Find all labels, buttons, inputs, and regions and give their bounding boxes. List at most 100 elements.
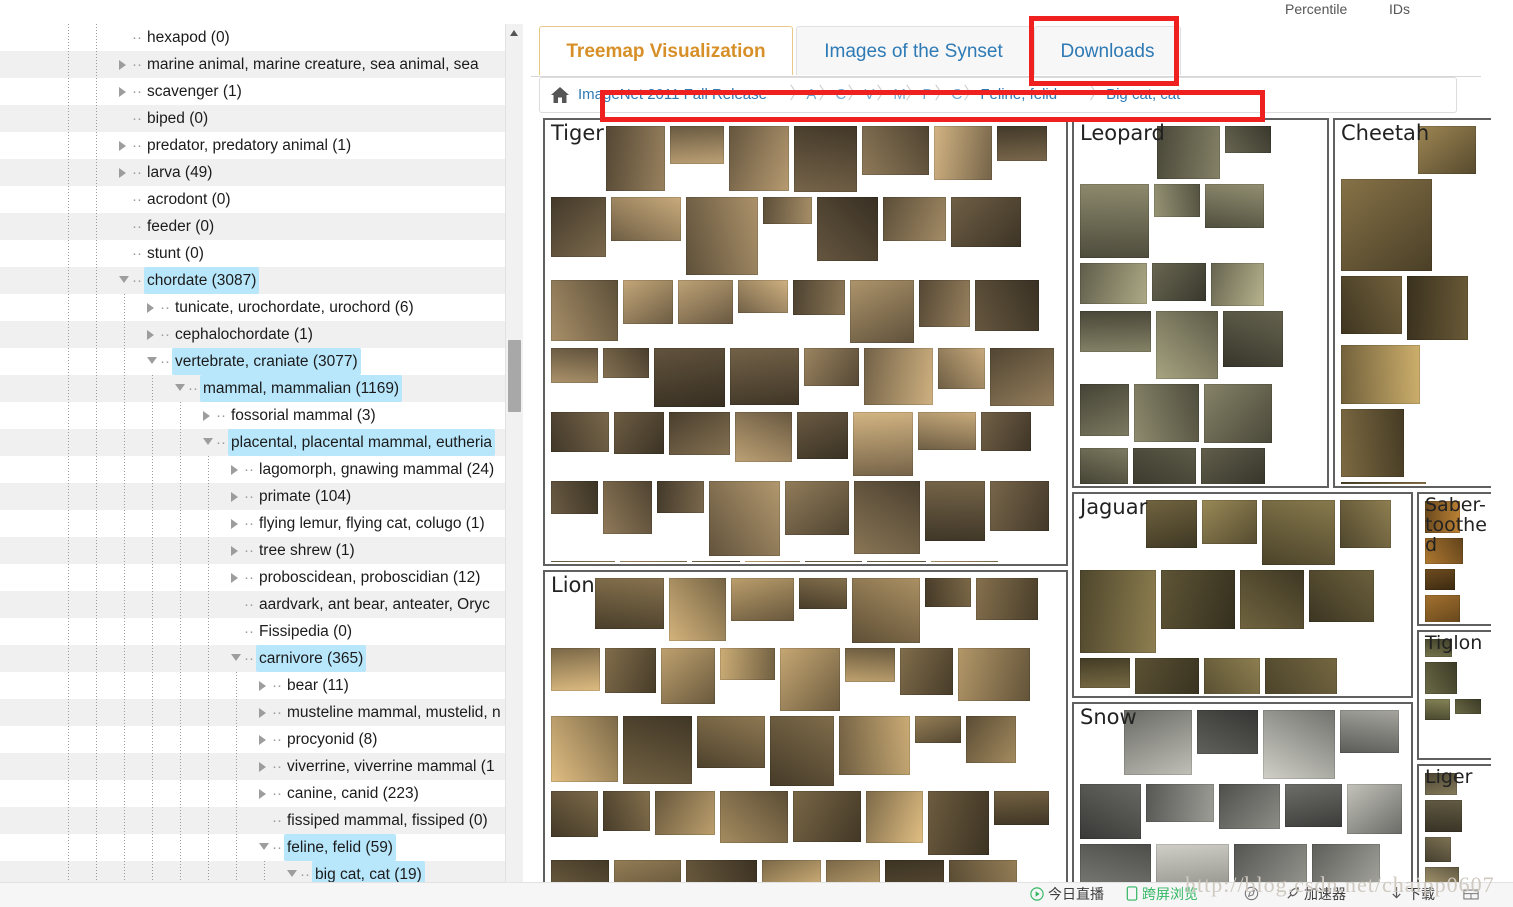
tree-node-label[interactable]: carnivore (365) bbox=[256, 645, 367, 672]
tree-node-content[interactable]: ·· lagomorph, gnawing mammal (24) bbox=[230, 456, 497, 483]
treemap-thumbnail[interactable] bbox=[1201, 448, 1265, 484]
treemap-thumbnail[interactable] bbox=[1262, 500, 1335, 565]
treemap-thumbnail[interactable] bbox=[614, 412, 664, 454]
treemap-thumbnail[interactable] bbox=[730, 348, 799, 405]
tree-node-content[interactable]: ·· proboscidean, proboscidian (12) bbox=[230, 564, 483, 591]
breadcrumb-item[interactable]: A bbox=[806, 84, 816, 106]
tree-node-row[interactable]: ·· scavenger (1) bbox=[0, 78, 505, 105]
treemap-thumbnail[interactable] bbox=[1211, 263, 1264, 306]
tree-node-content[interactable]: ·· viverrine, viverrine mammal (1 bbox=[258, 753, 498, 780]
treemap-thumbnail[interactable] bbox=[1156, 311, 1218, 379]
treemap-thumbnail[interactable] bbox=[1080, 448, 1128, 484]
tree-node-content[interactable]: ·· mammal, mammalian (1169) bbox=[174, 375, 403, 402]
breadcrumb-item[interactable]: C bbox=[951, 84, 962, 106]
chevron-down-icon[interactable] bbox=[258, 834, 272, 861]
treemap-thumbnail[interactable] bbox=[990, 481, 1049, 531]
treemap-thumbnail[interactable] bbox=[1285, 784, 1342, 827]
chevron-right-icon[interactable] bbox=[118, 132, 132, 159]
tree-node-content[interactable]: ·· hexapod (0) bbox=[118, 24, 233, 51]
tree-node-label[interactable]: fissiped mammal, fissiped (0) bbox=[284, 807, 491, 834]
treemap-thumbnail[interactable] bbox=[799, 578, 847, 609]
treemap-visualization[interactable]: Tiger Lion Leopard Jaguar Snow Cheetah Saber-t… bbox=[539, 118, 1491, 906]
tab-treemap-visualization[interactable]: Treemap Visualization bbox=[539, 26, 793, 75]
tree-node-label[interactable]: cephalochordate (1) bbox=[172, 321, 316, 348]
treemap-cell-lion[interactable]: Lion bbox=[543, 570, 1068, 906]
breadcrumb-item[interactable]: V bbox=[864, 84, 874, 106]
treemap-thumbnail[interactable] bbox=[595, 578, 664, 629]
tree-node-label[interactable]: placental, placental mammal, eutheria bbox=[228, 429, 496, 456]
tree-node-label[interactable]: viverrine, viverrine mammal (1 bbox=[284, 753, 498, 780]
treemap-thumbnail[interactable] bbox=[1265, 658, 1337, 694]
treemap-thumbnail[interactable] bbox=[1341, 409, 1404, 477]
tree-node-content[interactable]: ·· fossorial mammal (3) bbox=[202, 402, 379, 429]
tree-node-label[interactable]: procyonid (8) bbox=[284, 726, 380, 753]
treemap-thumbnail[interactable] bbox=[654, 348, 725, 407]
treemap-thumbnail[interactable] bbox=[1080, 784, 1141, 839]
treemap-thumbnail[interactable] bbox=[606, 126, 665, 191]
tree-node-content[interactable]: ·· Fissipedia (0) bbox=[230, 618, 355, 645]
treemap-thumbnail[interactable] bbox=[1154, 184, 1200, 217]
chevron-right-icon[interactable] bbox=[230, 564, 244, 591]
tree-node-label[interactable]: tree shrew (1) bbox=[256, 537, 358, 564]
tree-node-content[interactable]: ·· bear (11) bbox=[258, 672, 352, 699]
treemap-thumbnail[interactable] bbox=[915, 716, 961, 743]
tree-node-content[interactable]: ·· placental, placental mammal, eutheria bbox=[202, 429, 496, 456]
chevron-right-icon[interactable] bbox=[258, 780, 272, 807]
treemap-thumbnail[interactable] bbox=[794, 126, 857, 192]
treemap-thumbnail[interactable] bbox=[997, 126, 1047, 161]
tree-node-row[interactable]: ·· mammal, mammalian (1169) bbox=[0, 375, 505, 402]
tree-scrollbar-thumb[interactable] bbox=[508, 340, 521, 412]
treemap-thumbnail[interactable] bbox=[981, 412, 1031, 451]
treemap-thumbnail[interactable] bbox=[1146, 500, 1197, 548]
tree-node-row[interactable]: ·· predator, predatory animal (1) bbox=[0, 132, 505, 159]
chevron-down-icon[interactable] bbox=[202, 429, 216, 456]
treemap-cell-leopard[interactable]: Leopard bbox=[1072, 118, 1329, 488]
tree-node-row[interactable]: ·· big cat, cat (19) bbox=[0, 861, 505, 882]
treemap-thumbnail[interactable] bbox=[852, 578, 920, 643]
tree-node-label[interactable]: feeder (0) bbox=[144, 213, 217, 240]
tree-node-content[interactable]: ·· big cat, cat (19) bbox=[286, 861, 425, 882]
treemap-thumbnail[interactable] bbox=[623, 716, 692, 784]
chevron-right-icon[interactable] bbox=[230, 483, 244, 510]
chevron-right-icon[interactable] bbox=[258, 672, 272, 699]
treemap-thumbnail[interactable] bbox=[958, 648, 1030, 701]
treemap-thumbnail[interactable] bbox=[925, 481, 985, 541]
treemap-thumbnail[interactable] bbox=[1080, 384, 1129, 436]
treemap-thumbnail[interactable] bbox=[925, 578, 971, 607]
tree-node-content[interactable]: ·· primate (104) bbox=[230, 483, 354, 510]
breadcrumb-item[interactable]: Big cat, cat bbox=[1106, 84, 1180, 106]
treemap-thumbnail[interactable] bbox=[551, 716, 618, 782]
breadcrumb-item[interactable]: P bbox=[922, 84, 932, 106]
treemap-thumbnail[interactable] bbox=[1407, 276, 1468, 340]
treemap-thumbnail[interactable] bbox=[975, 280, 1039, 331]
tree-node-row[interactable]: ·· cephalochordate (1) bbox=[0, 321, 505, 348]
treemap-thumbnail[interactable] bbox=[603, 348, 649, 378]
tree-node-content[interactable]: ·· predator, predatory animal (1) bbox=[118, 132, 354, 159]
treemap-thumbnail[interactable] bbox=[735, 412, 792, 462]
tree-node-row[interactable]: ·· fissiped mammal, fissiped (0) bbox=[0, 807, 505, 834]
treemap-thumbnail[interactable] bbox=[994, 791, 1049, 825]
treemap-thumbnail[interactable] bbox=[603, 481, 652, 534]
treemap-thumbnail[interactable] bbox=[990, 348, 1054, 406]
tab-images-of-the-synset[interactable]: Images of the Synset bbox=[796, 26, 1031, 75]
treemap-thumbnail[interactable] bbox=[1341, 345, 1420, 404]
treemap-thumbnail[interactable] bbox=[1455, 699, 1481, 714]
treemap-thumbnail[interactable] bbox=[551, 481, 598, 514]
tree-node-label[interactable]: primate (104) bbox=[256, 483, 354, 510]
treemap-thumbnail[interactable] bbox=[709, 481, 780, 556]
tree-node-row[interactable]: ·· fossorial mammal (3) bbox=[0, 402, 505, 429]
chevron-right-icon[interactable] bbox=[118, 159, 132, 186]
treemap-thumbnail[interactable] bbox=[1340, 710, 1399, 753]
treemap-thumbnail[interactable] bbox=[1341, 482, 1426, 484]
chevron-down-icon[interactable] bbox=[146, 348, 160, 375]
chevron-right-icon[interactable] bbox=[118, 78, 132, 105]
treemap-thumbnail[interactable] bbox=[853, 412, 913, 476]
tree-node-content[interactable]: ·· larva (49) bbox=[118, 159, 215, 186]
tree-node-content[interactable]: ·· canine, canid (223) bbox=[258, 780, 422, 807]
treemap-thumbnail[interactable] bbox=[657, 481, 704, 513]
treemap-thumbnail[interactable] bbox=[938, 348, 985, 389]
treemap-thumbnail[interactable] bbox=[551, 412, 609, 452]
treemap-thumbnail[interactable] bbox=[866, 791, 923, 843]
tree-node-label[interactable]: hexapod (0) bbox=[144, 24, 233, 51]
treemap-thumbnail[interactable] bbox=[793, 791, 861, 842]
